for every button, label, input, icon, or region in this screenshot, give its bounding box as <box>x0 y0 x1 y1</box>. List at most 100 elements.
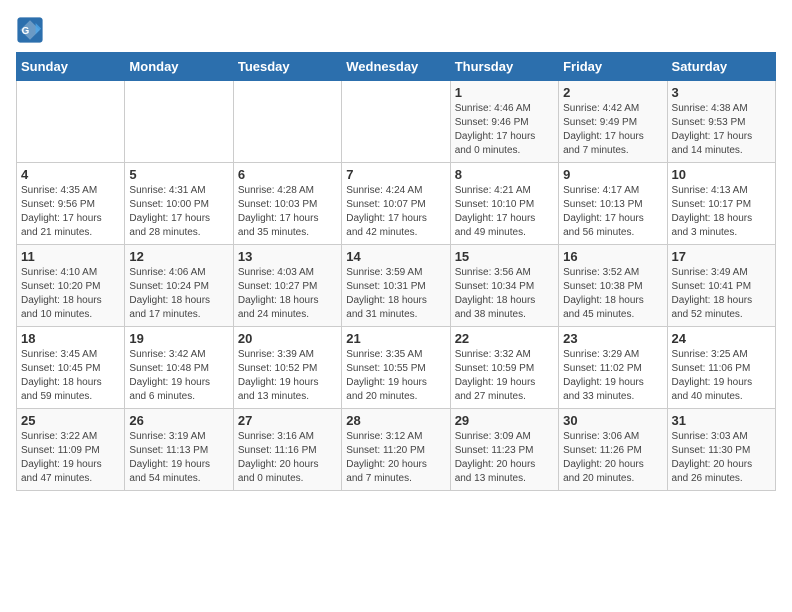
calendar-cell: 21 Sunrise: 3:35 AM Sunset: 10:55 PM Dayl… <box>342 327 450 409</box>
day-info: Sunrise: 3:56 AM Sunset: 10:34 PM Daylig… <box>455 266 554 322</box>
calendar-cell: 7 Sunrise: 4:24 AM Sunset: 10:07 PM Dayli… <box>342 163 450 245</box>
header-friday: Friday <box>559 53 667 81</box>
calendar-cell: 24 Sunrise: 3:25 AM Sunset: 11:06 PM Dayl… <box>667 327 775 409</box>
day-info: Sunrise: 4:35 AM Sunset: 9:56 PM Dayligh… <box>21 184 120 240</box>
day-number: 16 <box>563 249 662 264</box>
day-number: 31 <box>672 413 771 428</box>
calendar-cell: 26 Sunrise: 3:19 AM Sunset: 11:13 PM Dayl… <box>125 409 233 491</box>
day-info: Sunrise: 4:06 AM Sunset: 10:24 PM Daylig… <box>129 266 228 322</box>
day-info: Sunrise: 4:38 AM Sunset: 9:53 PM Dayligh… <box>672 102 771 158</box>
calendar-cell: 14 Sunrise: 3:59 AM Sunset: 10:31 PM Dayl… <box>342 245 450 327</box>
day-info: Sunrise: 3:25 AM Sunset: 11:06 PM Daylig… <box>672 348 771 404</box>
weekday-header-row: SundayMondayTuesdayWednesdayThursdayFrid… <box>17 53 776 81</box>
day-info: Sunrise: 3:39 AM Sunset: 10:52 PM Daylig… <box>238 348 337 404</box>
day-info: Sunrise: 3:19 AM Sunset: 11:13 PM Daylig… <box>129 430 228 486</box>
header-monday: Monday <box>125 53 233 81</box>
calendar-cell <box>233 81 341 163</box>
calendar-cell: 6Sunrise: 4:28 AM Sunset: 10:03 PM Dayli… <box>233 163 341 245</box>
day-number: 22 <box>455 331 554 346</box>
day-info: Sunrise: 3:49 AM Sunset: 10:41 PM Daylig… <box>672 266 771 322</box>
day-number: 8 <box>455 167 554 182</box>
day-number: 1 <box>455 85 554 100</box>
day-info: Sunrise: 4:46 AM Sunset: 9:46 PM Dayligh… <box>455 102 554 158</box>
day-info: Sunrise: 4:42 AM Sunset: 9:49 PM Dayligh… <box>563 102 662 158</box>
day-info: Sunrise: 4:13 AM Sunset: 10:17 PM Daylig… <box>672 184 771 240</box>
svg-text:G: G <box>22 26 30 37</box>
week-row-4: 18 Sunrise: 3:45 AM Sunset: 10:45 PM Dayl… <box>17 327 776 409</box>
logo-icon: G <box>16 16 44 44</box>
day-info: Sunrise: 3:22 AM Sunset: 11:09 PM Daylig… <box>21 430 120 486</box>
calendar-cell: 2 Sunrise: 4:42 AM Sunset: 9:49 PM Daylig… <box>559 81 667 163</box>
day-info: Sunrise: 3:32 AM Sunset: 10:59 PM Daylig… <box>455 348 554 404</box>
day-info: Sunrise: 4:24 AM Sunset: 10:07 PM Daylig… <box>346 184 445 240</box>
calendar-cell: 13Sunrise: 4:03 AM Sunset: 10:27 PM Dayl… <box>233 245 341 327</box>
calendar-table: SundayMondayTuesdayWednesdayThursdayFrid… <box>16 52 776 491</box>
day-number: 7 <box>346 167 445 182</box>
day-number: 27 <box>238 413 337 428</box>
week-row-5: 25 Sunrise: 3:22 AM Sunset: 11:09 PM Dayl… <box>17 409 776 491</box>
week-row-1: 1 Sunrise: 4:46 AM Sunset: 9:46 PM Daylig… <box>17 81 776 163</box>
calendar-cell <box>17 81 125 163</box>
calendar-cell: 18 Sunrise: 3:45 AM Sunset: 10:45 PM Dayl… <box>17 327 125 409</box>
calendar-cell <box>125 81 233 163</box>
calendar-cell: 5Sunrise: 4:31 AM Sunset: 10:00 PM Dayli… <box>125 163 233 245</box>
day-number: 26 <box>129 413 228 428</box>
calendar-cell: 25 Sunrise: 3:22 AM Sunset: 11:09 PM Dayl… <box>17 409 125 491</box>
calendar-cell: 12 Sunrise: 4:06 AM Sunset: 10:24 PM Dayl… <box>125 245 233 327</box>
day-number: 29 <box>455 413 554 428</box>
day-number: 4 <box>21 167 120 182</box>
day-number: 19 <box>129 331 228 346</box>
day-info: Sunrise: 4:10 AM Sunset: 10:20 PM Daylig… <box>21 266 120 322</box>
calendar-cell: 23 Sunrise: 3:29 AM Sunset: 11:02 PM Dayl… <box>559 327 667 409</box>
day-info: Sunrise: 4:03 AM Sunset: 10:27 PM Daylig… <box>238 266 337 322</box>
page-header: G <box>16 16 776 44</box>
day-number: 2 <box>563 85 662 100</box>
calendar-cell: 8Sunrise: 4:21 AM Sunset: 10:10 PM Dayli… <box>450 163 558 245</box>
header-thursday: Thursday <box>450 53 558 81</box>
calendar-cell: 30 Sunrise: 3:06 AM Sunset: 11:26 PM Dayl… <box>559 409 667 491</box>
day-number: 5 <box>129 167 228 182</box>
day-number: 28 <box>346 413 445 428</box>
calendar-cell: 27 Sunrise: 3:16 AM Sunset: 11:16 PM Dayl… <box>233 409 341 491</box>
week-row-3: 11Sunrise: 4:10 AM Sunset: 10:20 PM Dayl… <box>17 245 776 327</box>
day-number: 20 <box>238 331 337 346</box>
header-tuesday: Tuesday <box>233 53 341 81</box>
calendar-cell: 19 Sunrise: 3:42 AM Sunset: 10:48 PM Dayl… <box>125 327 233 409</box>
day-number: 9 <box>563 167 662 182</box>
calendar-cell: 16 Sunrise: 3:52 AM Sunset: 10:38 PM Dayl… <box>559 245 667 327</box>
calendar-cell: 3Sunrise: 4:38 AM Sunset: 9:53 PM Daylig… <box>667 81 775 163</box>
day-info: Sunrise: 3:45 AM Sunset: 10:45 PM Daylig… <box>21 348 120 404</box>
day-info: Sunrise: 3:03 AM Sunset: 11:30 PM Daylig… <box>672 430 771 486</box>
day-number: 21 <box>346 331 445 346</box>
calendar-cell: 10 Sunrise: 4:13 AM Sunset: 10:17 PM Dayl… <box>667 163 775 245</box>
calendar-cell: 9 Sunrise: 4:17 AM Sunset: 10:13 PM Dayli… <box>559 163 667 245</box>
day-info: Sunrise: 3:12 AM Sunset: 11:20 PM Daylig… <box>346 430 445 486</box>
day-number: 23 <box>563 331 662 346</box>
calendar-cell: 17 Sunrise: 3:49 AM Sunset: 10:41 PM Dayl… <box>667 245 775 327</box>
calendar-cell: 20 Sunrise: 3:39 AM Sunset: 10:52 PM Dayl… <box>233 327 341 409</box>
day-info: Sunrise: 3:06 AM Sunset: 11:26 PM Daylig… <box>563 430 662 486</box>
header-wednesday: Wednesday <box>342 53 450 81</box>
day-info: Sunrise: 3:52 AM Sunset: 10:38 PM Daylig… <box>563 266 662 322</box>
day-number: 25 <box>21 413 120 428</box>
calendar-cell <box>342 81 450 163</box>
logo: G <box>16 16 48 44</box>
calendar-cell: 1 Sunrise: 4:46 AM Sunset: 9:46 PM Daylig… <box>450 81 558 163</box>
day-info: Sunrise: 3:42 AM Sunset: 10:48 PM Daylig… <box>129 348 228 404</box>
day-number: 18 <box>21 331 120 346</box>
day-info: Sunrise: 3:16 AM Sunset: 11:16 PM Daylig… <box>238 430 337 486</box>
calendar-cell: 4 Sunrise: 4:35 AM Sunset: 9:56 PM Daylig… <box>17 163 125 245</box>
week-row-2: 4 Sunrise: 4:35 AM Sunset: 9:56 PM Daylig… <box>17 163 776 245</box>
day-number: 30 <box>563 413 662 428</box>
day-number: 14 <box>346 249 445 264</box>
calendar-cell: 22 Sunrise: 3:32 AM Sunset: 10:59 PM Dayl… <box>450 327 558 409</box>
day-info: Sunrise: 3:29 AM Sunset: 11:02 PM Daylig… <box>563 348 662 404</box>
day-number: 10 <box>672 167 771 182</box>
day-info: Sunrise: 3:59 AM Sunset: 10:31 PM Daylig… <box>346 266 445 322</box>
day-info: Sunrise: 4:17 AM Sunset: 10:13 PM Daylig… <box>563 184 662 240</box>
day-number: 24 <box>672 331 771 346</box>
day-info: Sunrise: 3:35 AM Sunset: 10:55 PM Daylig… <box>346 348 445 404</box>
day-number: 12 <box>129 249 228 264</box>
day-number: 17 <box>672 249 771 264</box>
calendar-cell: 29Sunrise: 3:09 AM Sunset: 11:23 PM Dayl… <box>450 409 558 491</box>
